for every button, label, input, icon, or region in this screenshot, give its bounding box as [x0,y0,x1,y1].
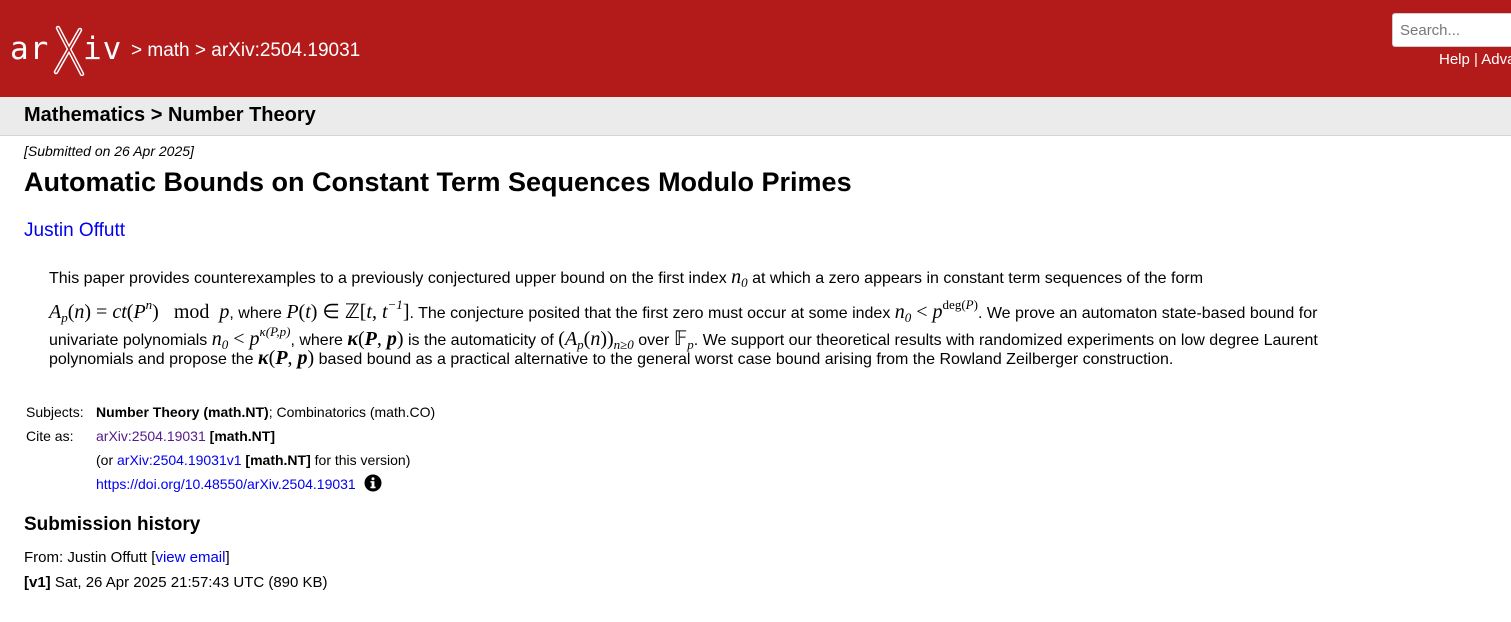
abstract-text: polynomials and propose the [49,351,259,368]
metadata-table: Subjects: Number Theory (math.NT); Combi… [24,400,435,496]
info-icon[interactable] [364,474,382,495]
math-n0: n0 [731,266,748,290]
history-from: From: Justin Offutt [ [24,549,156,566]
subjects-label: Subjects: [26,404,84,420]
help-divider: | [1469,51,1482,68]
cite-value: arXiv:2504.19031 [math.NT] [96,424,435,448]
paper-title: Automatic Bounds on Constant Term Sequen… [24,167,852,197]
breadcrumb-separator: > [131,40,148,61]
abstract-text: This paper provides counterexamples to a… [49,270,732,287]
version-suffix: for this version) [310,452,411,468]
version-category: [math.NT] [241,452,311,468]
doi-link[interactable]: https://doi.org/10.48550/arXiv.2504.1903… [96,476,356,492]
abstract-line: polynomials and propose the κ(P, p) base… [49,345,1469,372]
subjects-row: Subjects: Number Theory (math.NT); Combi… [24,400,435,424]
doi-row: https://doi.org/10.48550/arXiv.2504.1903… [24,472,435,496]
breadcrumb: > math > arXiv:2504.19031 [131,40,360,62]
doi-value: https://doi.org/10.48550/arXiv.2504.1903… [96,472,435,496]
history-version-line: [v1] Sat, 26 Apr 2025 21:57:43 UTC (890 … [24,570,328,595]
view-email-link[interactable]: view email [155,549,225,566]
help-links: Help | Adva [1439,51,1511,68]
subjects-value: Number Theory (math.NT); Combinatorics (… [96,400,435,424]
help-link[interactable]: Help [1439,51,1470,68]
abstract-text: at which a zero appears in constant term… [747,270,1204,287]
author-list: Justin Offutt [24,220,125,242]
version-tag: [v1] [24,574,51,591]
cite-label: Cite as: [26,428,74,444]
secondary-subjects: ; Combinatorics (math.CO) [268,404,436,420]
math-kappa: κ(P, p) [258,347,315,369]
cite-row: Cite as: arXiv:2504.19031 [math.NT] [24,424,435,448]
cite-category: [math.NT] [205,428,275,444]
history-from-line: From: Justin Offutt [view email] [24,545,328,570]
breadcrumb-paper-id: arXiv:2504.19031 [211,40,361,61]
cite-arxiv-link[interactable]: arXiv:2504.19031 [96,428,206,444]
abstract-line: univariate polynomials n0 < pκ(P,p), whe… [49,318,1469,352]
submission-date: [Submitted on 26 Apr 2025] [24,143,194,159]
abstract: This paper provides counterexamples to a… [49,264,1469,372]
submission-history: From: Justin Offutt [view email] [v1] Sa… [24,545,328,595]
search-input[interactable] [1392,13,1511,47]
category-title: Mathematics > Number Theory [24,104,316,126]
version-date: Sat, 26 Apr 2025 21:57:43 UTC (890 KB) [50,574,328,591]
version-row: (or arXiv:2504.19031v1 [math.NT] for thi… [24,448,435,472]
site-header: ar iv > math > arXiv:2504.19031 Help | A… [0,0,1511,97]
abstract-line: This paper provides counterexamples to a… [49,264,1469,291]
advanced-search-link[interactable]: Adva [1481,51,1511,68]
submission-history-heading: Submission history [24,514,201,535]
svg-text:iv: iv [83,31,122,67]
version-link[interactable]: arXiv:2504.19031v1 [117,452,242,468]
arxiv-logo[interactable]: ar iv [10,24,126,76]
abstract-text: based bound as a practical alternative t… [314,351,1174,368]
version-value: (or arXiv:2504.19031v1 [math.NT] for thi… [96,448,435,472]
category-header: Mathematics > Number Theory [0,97,1511,136]
svg-text:ar: ar [10,31,49,67]
breadcrumb-separator: > [189,40,212,61]
history-from-close: ] [225,549,230,566]
author-link[interactable]: Justin Offutt [24,220,125,241]
abstract-line: Ap(n) = ct(Pn) mod p, where P(t) ∈ ℤ[t, … [49,291,1469,325]
primary-subject: Number Theory (math.NT) [96,404,269,420]
breadcrumb-math-link[interactable]: math [147,40,189,61]
version-prefix: (or [96,452,117,468]
